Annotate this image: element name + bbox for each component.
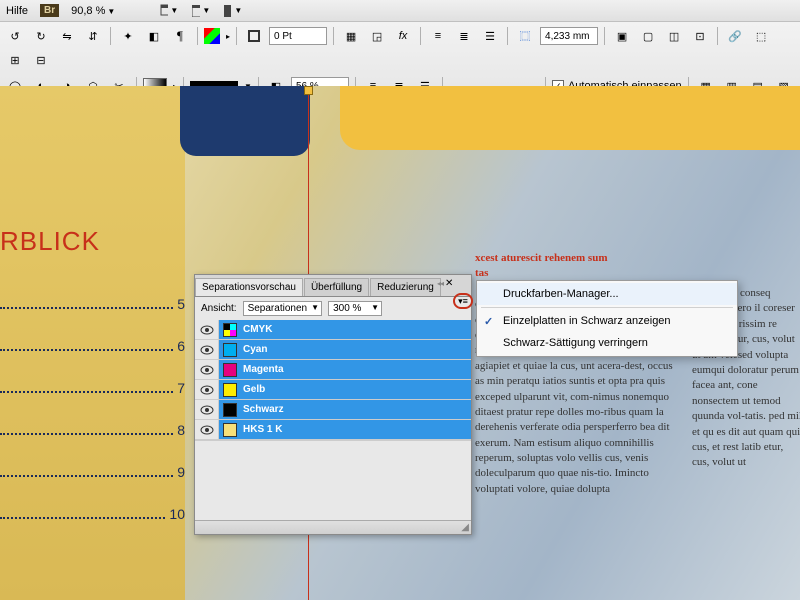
menu-bar: Hilfe Br 90,8 %▼ ▼ ▼ ▼	[0, 0, 800, 22]
ink-name: Cyan	[243, 344, 267, 355]
fill-frame-icon[interactable]: ◫	[663, 26, 685, 46]
panel-footer: ◢	[195, 520, 471, 534]
link3-icon[interactable]: ⊞	[4, 50, 26, 70]
text-wrap-icon[interactable]: ▦	[340, 26, 362, 46]
panel-close-icon[interactable]: ✕	[445, 278, 457, 290]
ink-row[interactable]: HKS 1 K	[195, 420, 471, 440]
ink-swatch	[223, 343, 237, 357]
screen-mode-icon[interactable]: ▼	[159, 2, 179, 20]
link4-icon[interactable]: ⊟	[30, 50, 52, 70]
fit-frame-icon[interactable]: ▢	[637, 26, 659, 46]
menu-separator	[481, 307, 733, 308]
page-heading: RBLICK	[0, 226, 100, 257]
tab-separations-preview[interactable]: Separationsvorschau	[195, 278, 303, 296]
fx-icon[interactable]: fx	[392, 26, 414, 46]
rotate-cw-icon[interactable]: ↻	[30, 26, 52, 46]
visibility-eye-icon[interactable]	[195, 400, 219, 419]
chevron-down-icon: ▼	[107, 7, 115, 16]
center-content-icon[interactable]: ⊡	[689, 26, 711, 46]
ink-name: HKS 1 K	[243, 424, 282, 435]
blue-rounded-box	[180, 86, 310, 156]
frame-fit-icon[interactable]: ⿴	[514, 26, 536, 46]
view-label: Ansicht:	[201, 303, 237, 314]
ink-row[interactable]: Gelb	[195, 380, 471, 400]
resize-grip-icon[interactable]: ◢	[461, 522, 469, 533]
corner-icon[interactable]: ◲	[366, 26, 388, 46]
selection-handle[interactable]	[304, 86, 313, 95]
separations-panel: Separationsvorschau Überfüllung Reduzier…	[194, 274, 472, 535]
visibility-eye-icon[interactable]	[195, 420, 219, 439]
visibility-eye-icon[interactable]	[195, 360, 219, 379]
ink-swatch	[223, 383, 237, 397]
ink-swatch	[223, 403, 237, 417]
flyout-item-label: Einzelplatten in Schwarz anzeigen	[503, 315, 671, 327]
panel-tab-bar: Separationsvorschau Überfüllung Reduzier…	[195, 275, 471, 297]
view-options-icon[interactable]: ▼	[191, 2, 211, 20]
align-bot-icon[interactable]: ☰	[479, 26, 501, 46]
link-icon[interactable]: 🔗	[724, 26, 746, 46]
panel-grip-icon[interactable]: ◂◂	[437, 279, 443, 288]
fit-content-icon[interactable]: ▣	[611, 26, 633, 46]
menu-lines-icon: ▾≡	[458, 296, 468, 307]
paragraph-icon[interactable]: ¶	[169, 26, 191, 46]
yellow-rounded-box	[340, 86, 800, 150]
panel-zoom-select[interactable]: 300 % ▼	[328, 301, 382, 316]
ink-swatch	[223, 363, 237, 377]
effects-icon[interactable]: ✦	[117, 26, 139, 46]
flyout-menu-item[interactable]: ✓ Einzelplatten in Schwarz anzeigen	[477, 310, 737, 332]
rotate-ccw-icon[interactable]: ↺	[4, 26, 26, 46]
ink-row[interactable]: Cyan	[195, 340, 471, 360]
flyout-item-label: Schwarz-Sättigung verringern	[503, 337, 648, 349]
flip-v-icon[interactable]: ⇵	[82, 26, 104, 46]
ink-list: CMYK Cyan Magenta Gelb Schwarz HKS 1 K	[195, 320, 471, 440]
tab-flatten[interactable]: Reduzierung	[370, 278, 441, 296]
check-icon: ✓	[484, 315, 493, 328]
ink-row[interactable]: CMYK	[195, 320, 471, 340]
panel-empty-area	[195, 440, 471, 520]
tab-trap[interactable]: Überfüllung	[304, 278, 369, 296]
stroke-icon[interactable]	[243, 26, 265, 46]
ink-swatch	[223, 323, 237, 337]
flip-h-icon[interactable]: ⇋	[56, 26, 78, 46]
arrange-icon[interactable]: ▼	[223, 2, 243, 20]
panel-flyout-menu: Druckfarben-Manager... ✓ Einzelplatten in …	[476, 280, 738, 357]
ink-name: Gelb	[243, 384, 265, 395]
ink-name: Schwarz	[243, 404, 284, 415]
ink-name: Magenta	[243, 364, 284, 375]
document-canvas[interactable]: RBLICK 5 6 7 8 9 10 xcest aturescit rehe…	[0, 86, 800, 600]
drop-shadow-icon[interactable]: ◧	[143, 26, 165, 46]
ink-row[interactable]: Magenta	[195, 360, 471, 380]
panel-menu-button[interactable]: ▾≡	[453, 293, 473, 309]
flyout-item-label: Druckfarben-Manager...	[503, 288, 619, 300]
flyout-menu-item[interactable]: Druckfarben-Manager...	[477, 283, 737, 305]
visibility-eye-icon[interactable]	[195, 380, 219, 399]
link2-icon[interactable]: ⬚	[750, 26, 772, 46]
rgb-icon[interactable]	[204, 28, 220, 44]
flyout-menu-item[interactable]: Schwarz-Sättigung verringern	[477, 332, 737, 354]
visibility-eye-icon[interactable]	[195, 340, 219, 359]
bridge-badge[interactable]: Br	[40, 4, 59, 17]
ink-swatch	[223, 423, 237, 437]
align-top-icon[interactable]: ≡	[427, 26, 449, 46]
index-list: 5 6 7 8 9 10	[0, 296, 185, 548]
menu-help[interactable]: Hilfe	[6, 5, 28, 17]
zoom-level[interactable]: 90,8 %▼	[71, 5, 115, 17]
align-mid-icon[interactable]: ≣	[453, 26, 475, 46]
stroke-weight-input[interactable]	[269, 27, 327, 45]
visibility-eye-icon[interactable]	[195, 320, 219, 339]
size-input[interactable]	[540, 27, 598, 45]
view-select[interactable]: Separationen ▼	[243, 301, 323, 316]
ink-name: CMYK	[243, 324, 272, 335]
ink-row[interactable]: Schwarz	[195, 400, 471, 420]
